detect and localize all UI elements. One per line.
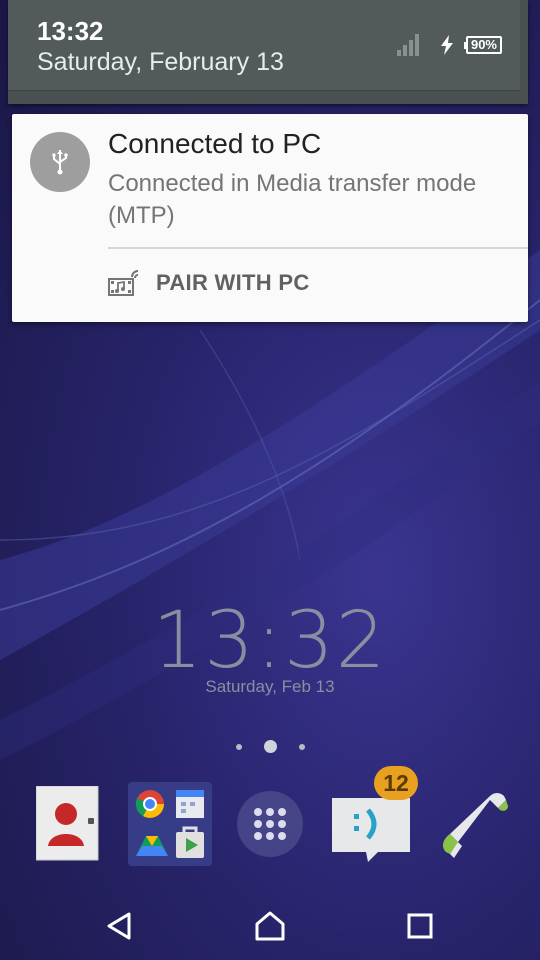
home-icon bbox=[255, 911, 285, 941]
recents-button[interactable] bbox=[390, 902, 450, 950]
back-button[interactable] bbox=[90, 902, 150, 950]
clock-widget-date: Saturday, Feb 13 bbox=[205, 677, 335, 696]
status-icons: 90% bbox=[396, 34, 502, 56]
signal-icon bbox=[396, 34, 419, 56]
contacts-icon bbox=[35, 785, 99, 861]
phone-app[interactable] bbox=[438, 790, 510, 867]
status-time: 13:32 bbox=[37, 16, 104, 46]
usb-icon bbox=[30, 132, 90, 192]
notification-shade-header: 13:32 Saturday, February 13 90% bbox=[8, 0, 528, 104]
google-folder-icon bbox=[128, 782, 212, 866]
phone-icon bbox=[443, 793, 508, 858]
google-apps-folder[interactable] bbox=[128, 782, 212, 871]
usb-notification[interactable]: Connected to PC Connected in Media trans… bbox=[12, 114, 528, 322]
home-button[interactable] bbox=[240, 902, 300, 950]
battery-percent: 90% bbox=[470, 37, 497, 52]
pair-with-pc-label: PAIR WITH PC bbox=[156, 270, 310, 295]
contacts-app[interactable] bbox=[35, 785, 100, 867]
messaging-app[interactable]: 12 bbox=[330, 764, 420, 864]
back-icon bbox=[107, 912, 131, 940]
unread-count-badge: 12 bbox=[374, 766, 418, 800]
page-dot bbox=[298, 743, 305, 750]
app-drawer-button[interactable] bbox=[236, 790, 304, 863]
battery-icon: 90% bbox=[463, 36, 502, 54]
recents-icon bbox=[407, 913, 433, 939]
page-dot bbox=[235, 743, 242, 750]
status-date: Saturday, February 13 bbox=[37, 48, 284, 76]
media-pair-icon bbox=[108, 270, 139, 296]
charging-bolt-icon bbox=[440, 35, 453, 55]
notification-text: Connected in Media transfer mode (MTP) bbox=[108, 170, 477, 229]
page-indicator bbox=[0, 740, 540, 753]
page-dot-active bbox=[263, 740, 277, 753]
pair-with-pc-button[interactable]: PAIR WITH PC bbox=[108, 269, 310, 297]
notification-divider bbox=[108, 247, 528, 249]
notification-title: Connected to PC bbox=[108, 128, 322, 159]
clock-widget-time[interactable]: 13:32 bbox=[0, 596, 540, 686]
app-drawer-icon bbox=[237, 791, 303, 857]
quick-status-bar[interactable]: 13:32 Saturday, February 13 90% bbox=[8, 0, 520, 91]
navigation-bar bbox=[0, 890, 540, 960]
